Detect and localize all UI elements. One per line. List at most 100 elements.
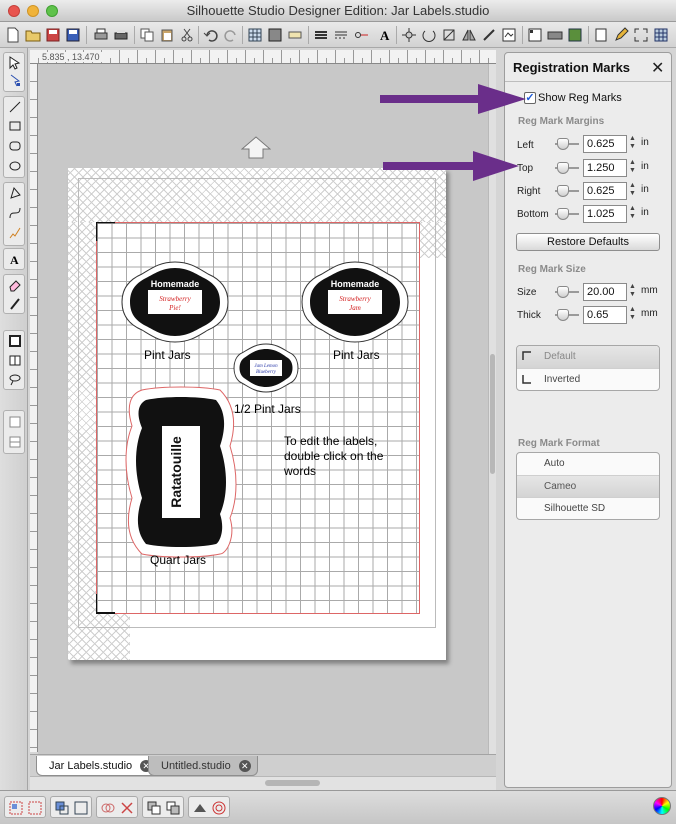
paint-icon[interactable] [192,800,208,816]
line-color-icon[interactable] [312,26,330,44]
minimize-window-button[interactable] [27,5,39,17]
make-compound-icon[interactable] [54,800,70,816]
size-stepper[interactable]: ▲ ▼ [629,283,637,301]
page-up-arrow-icon[interactable] [241,136,271,160]
margin-right-slider[interactable] [555,185,579,197]
group-icon[interactable] [8,800,24,816]
library-icon[interactable] [7,352,23,368]
copy-icon[interactable] [138,26,156,44]
text-tool-icon[interactable]: A [7,251,23,267]
tab-untitled[interactable]: Untitled.studio ✕ [148,756,258,776]
caption-pint-right[interactable]: Pint Jars [333,348,380,362]
show-reg-marks-label[interactable]: Show Reg Marks [538,92,622,104]
thick-input[interactable]: 0.65 [583,306,627,324]
bring-front-icon[interactable] [146,800,162,816]
horizontal-scrollbar[interactable] [30,776,496,790]
pint-label-left[interactable]: Homemade Strawberry Pie! [118,260,232,344]
page-settings-icon[interactable] [592,26,610,44]
margin-top-stepper[interactable]: ▲ ▼ [629,159,637,177]
margin-left-input[interactable]: 0.625 [583,135,627,153]
panel-split-icon[interactable] [7,434,23,450]
grid-view-icon[interactable] [652,26,670,44]
text-style-icon[interactable]: A [376,26,394,44]
trace-icon[interactable] [500,26,518,44]
close-window-button[interactable] [8,5,20,17]
send-to-cutter-icon[interactable] [546,26,564,44]
layers-icon[interactable] [566,26,584,44]
margin-bottom-slider[interactable] [555,208,579,220]
caption-quart[interactable]: Quart Jars [150,553,206,567]
instruction-line-3[interactable]: words [284,464,316,478]
send-back-icon[interactable] [165,800,181,816]
edit-points-icon[interactable] [7,73,23,89]
tab-close-icon[interactable]: ✕ [238,760,251,772]
margin-bottom-stepper[interactable]: ▲ ▼ [629,205,637,223]
margin-left-stepper[interactable]: ▲ ▼ [629,135,637,153]
registration-marks-icon[interactable] [526,26,544,44]
horizontal-scroll-thumb[interactable] [265,780,320,786]
open-folder-icon[interactable] [24,26,42,44]
scale-icon[interactable] [440,26,458,44]
undo-icon[interactable] [202,26,220,44]
zoom-window-button[interactable] [46,5,58,17]
release-compound-icon[interactable] [73,800,89,816]
style-option-default[interactable]: Default [517,346,659,368]
color-wheel-icon[interactable] [653,797,671,815]
redo-icon[interactable] [222,26,240,44]
format-option-auto[interactable]: Auto [517,453,659,475]
rotate-icon[interactable] [420,26,438,44]
panel-toggle-icon[interactable] [7,414,23,430]
paste-icon[interactable] [158,26,176,44]
target-icon[interactable] [211,800,227,816]
instruction-line-1[interactable]: To edit the labels, [284,434,377,448]
instruction-line-2[interactable]: double click on the [284,449,383,463]
restore-defaults-button[interactable]: Restore Defaults [516,233,660,251]
curve-tool-icon[interactable] [7,205,23,221]
line-tool-icon[interactable] [7,99,23,115]
rounded-rect-tool-icon[interactable] [7,138,23,154]
thick-stepper[interactable]: ▲ ▼ [629,306,637,324]
margin-right-input[interactable]: 0.625 [583,182,627,200]
knife-tool-icon[interactable] [7,296,23,312]
vertical-scroll-thumb[interactable] [490,354,495,474]
eraser-icon[interactable] [7,277,23,293]
print-icon[interactable] [92,26,110,44]
save-library-icon[interactable] [64,26,82,44]
half-pint-label[interactable]: Jam Lemon Blueberry [230,342,302,394]
move-icon[interactable] [400,26,418,44]
quart-label[interactable]: Ratatouille [122,386,240,558]
format-option-cameo[interactable]: Cameo [517,475,659,497]
select-arrow-icon[interactable] [7,55,23,71]
pencil-icon[interactable] [612,26,630,44]
margin-bottom-input[interactable]: 1.025 [583,205,627,223]
duplicate-icon[interactable] [100,800,116,816]
ungroup-icon[interactable] [27,800,43,816]
format-option-silhouette-sd[interactable]: Silhouette SD [517,497,659,519]
fullscreen-icon[interactable] [632,26,650,44]
style-option-inverted[interactable]: Inverted [517,368,659,390]
caption-pint-left[interactable]: Pint Jars [144,348,191,362]
rectangle-tool-icon[interactable] [7,118,23,134]
fill-icon[interactable] [266,26,284,44]
save-icon[interactable] [44,26,62,44]
line-style-icon[interactable] [332,26,350,44]
margin-top-input[interactable]: 1.250 [583,159,627,177]
panel-close-icon[interactable]: ✕ [651,58,664,78]
margin-right-stepper[interactable]: ▲ ▼ [629,182,637,200]
ruler-icon[interactable] [286,26,304,44]
pint-label-right[interactable]: Homemade Strawberry Jam [298,260,412,344]
polygon-tool-icon[interactable] [7,185,23,201]
page-view-icon[interactable] [7,333,23,349]
new-document-icon[interactable] [4,26,22,44]
size-slider[interactable] [555,286,579,298]
tab-jar-labels[interactable]: Jar Labels.studio ✕ [36,756,160,776]
print-cut-icon[interactable] [112,26,130,44]
delete-icon[interactable] [119,800,135,816]
cut-scissors-icon[interactable] [178,26,196,44]
ellipse-tool-icon[interactable] [7,158,23,174]
cut-style-icon[interactable] [352,26,370,44]
margin-top-slider[interactable] [555,162,579,174]
mirror-icon[interactable] [460,26,478,44]
margin-left-slider[interactable] [555,138,579,150]
thick-slider[interactable] [555,309,579,321]
